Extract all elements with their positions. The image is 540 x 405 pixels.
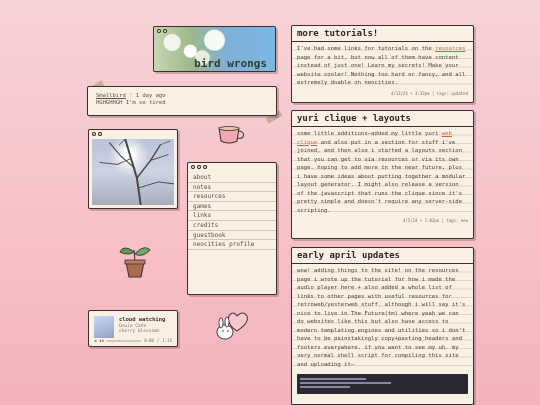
resources-link[interactable]: resources	[435, 46, 465, 52]
blog-post: more tutorials! I've had some links for …	[291, 25, 474, 103]
track-title: cloud watching	[119, 317, 166, 323]
post-title: early april updates	[292, 248, 473, 264]
window-controls	[154, 27, 170, 35]
post-title: yuri clique + layouts	[292, 111, 473, 127]
nav-item-guestbook[interactable]: guestbook	[188, 231, 276, 241]
teacup-sticker	[218, 126, 244, 144]
nav-window: about notes resources games links credit…	[187, 162, 277, 295]
nav-item-neocities-profile[interactable]: neocities profile	[188, 240, 276, 250]
heart-icon: ♡	[129, 93, 133, 99]
blog-post: yuri clique + layouts some little additi…	[291, 110, 474, 239]
status-message: HGHGHHGH I'm so tired	[96, 100, 166, 106]
post-meta: 4/13/24 • 3:33pm | tags: updated	[390, 90, 468, 96]
blog-post: early april updates wow! adding things t…	[291, 247, 474, 405]
status-box: Smallbird ♡ 1 day ago HGHGHHGH I'm so ti…	[87, 86, 277, 116]
album-art	[94, 316, 114, 338]
progress-track[interactable]	[107, 339, 142, 342]
bunny-heart-sticker	[216, 312, 248, 340]
music-player: cloud watching Oswin Cafe cherry blossom…	[88, 310, 178, 347]
nav-list: about notes resources games links credit…	[188, 173, 276, 250]
play-icon[interactable]: ◀	[94, 338, 96, 343]
nav-item-about[interactable]: about	[188, 173, 276, 183]
post-meta: 4/5/24 • 1:02pm | tags: new	[402, 218, 468, 223]
track-album: cherry blossoms	[119, 329, 160, 334]
nav-item-resources[interactable]: resources	[188, 192, 276, 202]
plant-sticker	[119, 247, 151, 278]
site-title: bird wrongs	[194, 57, 267, 70]
post-body: some little additions—added my little yu…	[292, 127, 473, 218]
header-banner: bird wrongs	[153, 26, 276, 72]
tree-photo	[92, 139, 174, 205]
nav-item-notes[interactable]: notes	[188, 183, 276, 193]
window-controls	[89, 130, 177, 138]
code-snippet	[297, 374, 468, 394]
duration-time: 1:35	[162, 338, 172, 343]
nav-item-credits[interactable]: credits	[188, 221, 276, 231]
post-title: more tutorials!	[292, 26, 473, 42]
status-user[interactable]: Smallbird	[96, 93, 126, 99]
post-body: wow! adding things to the site! on the r…	[292, 264, 473, 372]
window-controls	[188, 163, 276, 171]
status-time: 1 day ago	[135, 93, 166, 99]
pause-icon[interactable]: ▮▮	[99, 338, 104, 343]
post-body: I've had some links for tutorials on the…	[292, 42, 473, 91]
nav-item-games[interactable]: games	[188, 202, 276, 212]
elapsed-time: 0:00	[144, 338, 154, 343]
photo-window	[88, 129, 178, 209]
nav-item-links[interactable]: links	[188, 211, 276, 221]
